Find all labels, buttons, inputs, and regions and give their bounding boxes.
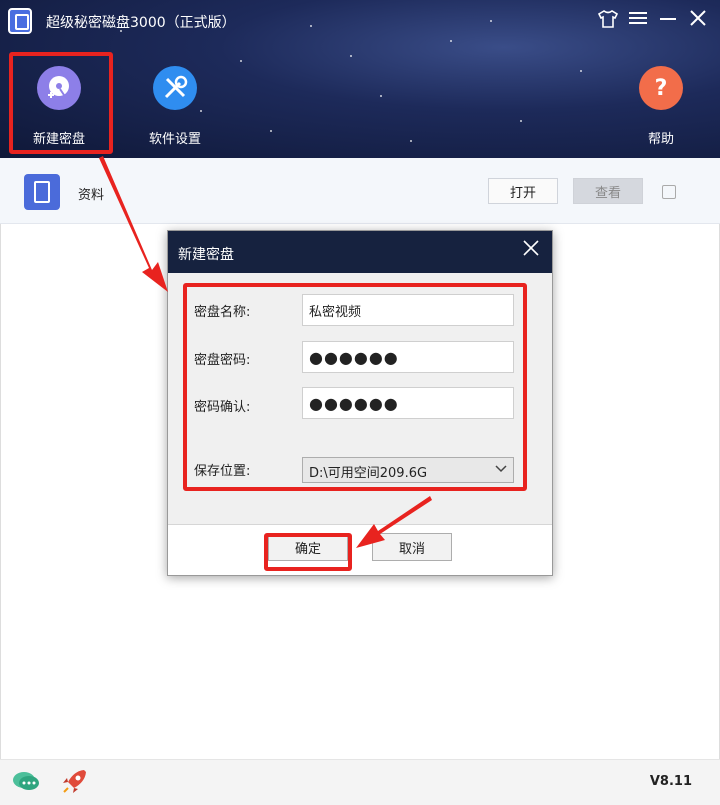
new-disk-highlight [9,52,113,154]
rocket-icon[interactable] [60,768,88,796]
app-header: 超级秘密磁盘3000（正式版） 新建密盘 软件设置 ? 帮助 [0,0,720,158]
dialog-close-icon[interactable] [520,240,542,261]
help-label: 帮助 [647,132,674,147]
open-button[interactable]: 打开 [488,178,558,204]
close-icon[interactable] [686,10,710,31]
ok-highlight [264,533,352,571]
status-bar: V8.11 [0,759,720,805]
settings-button[interactable]: 软件设置 [130,66,220,147]
menu-icon[interactable] [626,10,650,31]
version-label: V8.11 [649,774,692,789]
dialog-footer: 确定 取消 [168,525,552,575]
tools-icon [153,66,197,110]
app-logo-icon [8,8,32,34]
dialog-title-bar: 新建密盘 [168,231,552,273]
help-button[interactable]: ? 帮助 [616,66,706,147]
help-icon: ? [639,66,683,110]
dialog-title: 新建密盘 [178,247,234,263]
collapse-icon[interactable] [662,185,676,199]
disk-list-row[interactable]: 资料 打开 查看 [0,158,720,224]
form-highlight [183,283,527,491]
disk-icon [24,174,60,210]
chat-icon[interactable] [12,770,40,794]
view-button[interactable]: 查看 [573,178,643,204]
cancel-button[interactable]: 取消 [372,533,452,561]
settings-label: 软件设置 [148,132,201,147]
minimize-icon[interactable] [656,10,680,31]
disk-name: 资料 [78,188,105,203]
app-title: 超级秘密磁盘3000（正式版） [46,15,236,31]
skin-icon[interactable] [596,10,620,33]
new-disk-dialog: 新建密盘 密盘名称: 密盘密码: 密码确认: 保存位置: D:\可用空间209.… [167,230,553,576]
